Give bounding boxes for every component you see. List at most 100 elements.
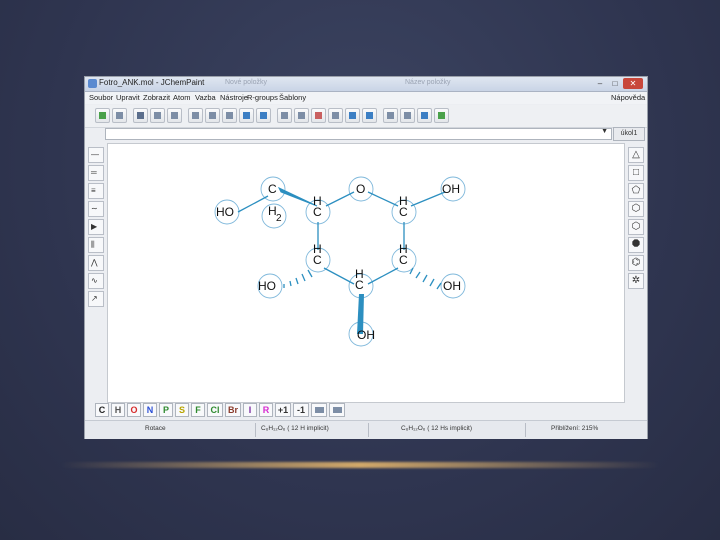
status-bar: Rotace C₆H₁₂O₆ ( 12 H implicit) C₆H₁₂O₆ … [85, 420, 647, 439]
bond [410, 191, 446, 207]
atom-label: C [313, 205, 322, 219]
more-elements-button[interactable] [329, 403, 345, 417]
window-title: Fotro_ANK.mol - JChemPaint [99, 78, 205, 87]
menu-zobrazit[interactable]: Zobrazit [143, 93, 170, 102]
zoom-out-button[interactable] [362, 108, 377, 123]
print-button[interactable] [150, 108, 165, 123]
smiles-input[interactable]: ▼ [105, 128, 612, 140]
about-button[interactable] [434, 108, 449, 123]
background-window-field: Název položky [405, 79, 451, 86]
atom-label: HO [258, 279, 276, 293]
arrow-tool[interactable]: ↗ [88, 291, 104, 307]
copy-button[interactable] [205, 108, 220, 123]
pentagon-ring-icon[interactable]: ⬠ [628, 183, 644, 199]
export-button[interactable] [167, 108, 182, 123]
status-divider [525, 423, 526, 437]
lasso-button[interactable] [294, 108, 309, 123]
triple-bond-tool[interactable]: ≡ [88, 183, 104, 199]
element-button[interactable]: S [175, 403, 189, 417]
drawing-canvas[interactable]: C O OH HO H 2 H C H C H C H C HO H C OH … [107, 143, 625, 403]
redo-button[interactable] [256, 108, 271, 123]
select-rectangle-button[interactable] [277, 108, 292, 123]
bond [325, 191, 355, 207]
atom-label: O [356, 182, 365, 196]
bond [323, 267, 355, 285]
hash-bond [307, 269, 313, 278]
atom-label: C [399, 253, 408, 267]
menu-sablony[interactable]: Šablony [279, 93, 306, 102]
zoom-in-button[interactable] [345, 108, 360, 123]
rotate-button[interactable] [328, 108, 343, 123]
status-formula-total: C₆H₁₂O₆ ( 12 Hs implicit) [401, 425, 472, 432]
main-toolbar [85, 105, 647, 128]
element-button[interactable]: H [111, 403, 125, 417]
new-button[interactable] [95, 108, 110, 123]
atom-tool-icon[interactable]: ✲ [628, 273, 644, 289]
octagon-ring-icon[interactable]: ⯃ [628, 237, 644, 253]
flip-vertical-button[interactable] [400, 108, 415, 123]
atom-label: OH [443, 279, 461, 293]
element-button[interactable]: Cl [207, 403, 223, 417]
title-bar: Fotro_ANK.mol - JChemPaint Nové položky … [85, 77, 647, 92]
atom-label: 2 [276, 213, 282, 224]
atom-label: OH [357, 328, 375, 342]
menu-rgroups[interactable]: R-groups [247, 93, 278, 102]
app-icon [88, 79, 97, 88]
triangle-ring-icon[interactable]: △ [628, 147, 644, 163]
periodic-table-button[interactable] [311, 403, 327, 417]
element-button[interactable]: O [127, 403, 141, 417]
wavy-bond-tool[interactable]: ∼ [88, 201, 104, 217]
hash-bond [429, 278, 435, 287]
status-divider [255, 423, 256, 437]
menu-upravit[interactable]: Upravit [116, 93, 140, 102]
undo-button[interactable] [239, 108, 254, 123]
menu-soubor[interactable]: Soubor [89, 93, 113, 102]
hash-bond [415, 271, 421, 279]
hexagon-ring-icon[interactable]: ⬡ [628, 201, 644, 217]
element-button[interactable]: R [259, 403, 273, 417]
wave-tool[interactable]: ∿ [88, 273, 104, 289]
close-button[interactable]: ✕ [623, 78, 643, 89]
double-bond-tool[interactable]: ═ [88, 165, 104, 181]
apply-button[interactable]: úkol1 [613, 127, 645, 141]
status-mode: Rotace [145, 425, 166, 432]
charge-plus-button[interactable]: +1 [275, 403, 291, 417]
hash-bond [422, 274, 428, 283]
atom-label: HO [216, 205, 234, 219]
menu-napoveda[interactable]: Nápověda [611, 93, 645, 102]
menu-vazba[interactable]: Vazba [195, 93, 216, 102]
hash-bond [295, 277, 299, 285]
element-button[interactable]: I [243, 403, 257, 417]
atom-label: C [313, 253, 322, 267]
benzene-ring-icon[interactable]: ⌬ [628, 255, 644, 271]
status-formula-selection: C₆H₁₂O₆ ( 12 H implicit) [261, 425, 329, 432]
minimize-button[interactable]: – [593, 78, 607, 89]
paste-button[interactable] [222, 108, 237, 123]
flip-horizontal-button[interactable] [383, 108, 398, 123]
eraser-button[interactable] [311, 108, 326, 123]
element-button[interactable]: C [95, 403, 109, 417]
element-button[interactable]: N [143, 403, 157, 417]
clean-structure-button[interactable] [417, 108, 432, 123]
square-ring-icon[interactable]: □ [628, 165, 644, 181]
element-button[interactable]: Br [225, 403, 241, 417]
background-window-title: Nové položky [225, 79, 268, 86]
maximize-button[interactable]: □ [608, 78, 622, 89]
save-button[interactable] [133, 108, 148, 123]
chain-tool[interactable]: ⋀ [88, 255, 104, 271]
bond [367, 267, 399, 285]
hash-bond [289, 280, 292, 287]
heptagon-ring-icon[interactable]: ⬡ [628, 219, 644, 235]
element-button[interactable]: P [159, 403, 173, 417]
single-bond-tool[interactable]: — [88, 147, 104, 163]
charge-minus-button[interactable]: -1 [293, 403, 309, 417]
curve-tool-button[interactable] [112, 108, 127, 123]
chevron-down-icon[interactable]: ▼ [601, 128, 608, 135]
menu-atom[interactable]: Atom [173, 93, 191, 102]
cut-button[interactable] [188, 108, 203, 123]
wedge-bond-tool[interactable]: ▶ [88, 219, 104, 235]
element-button[interactable]: F [191, 403, 205, 417]
menu-nastroje[interactable]: Nástroje [220, 93, 248, 102]
hash-bond-tool[interactable]: ⫼ [88, 237, 104, 253]
status-divider [368, 423, 369, 437]
